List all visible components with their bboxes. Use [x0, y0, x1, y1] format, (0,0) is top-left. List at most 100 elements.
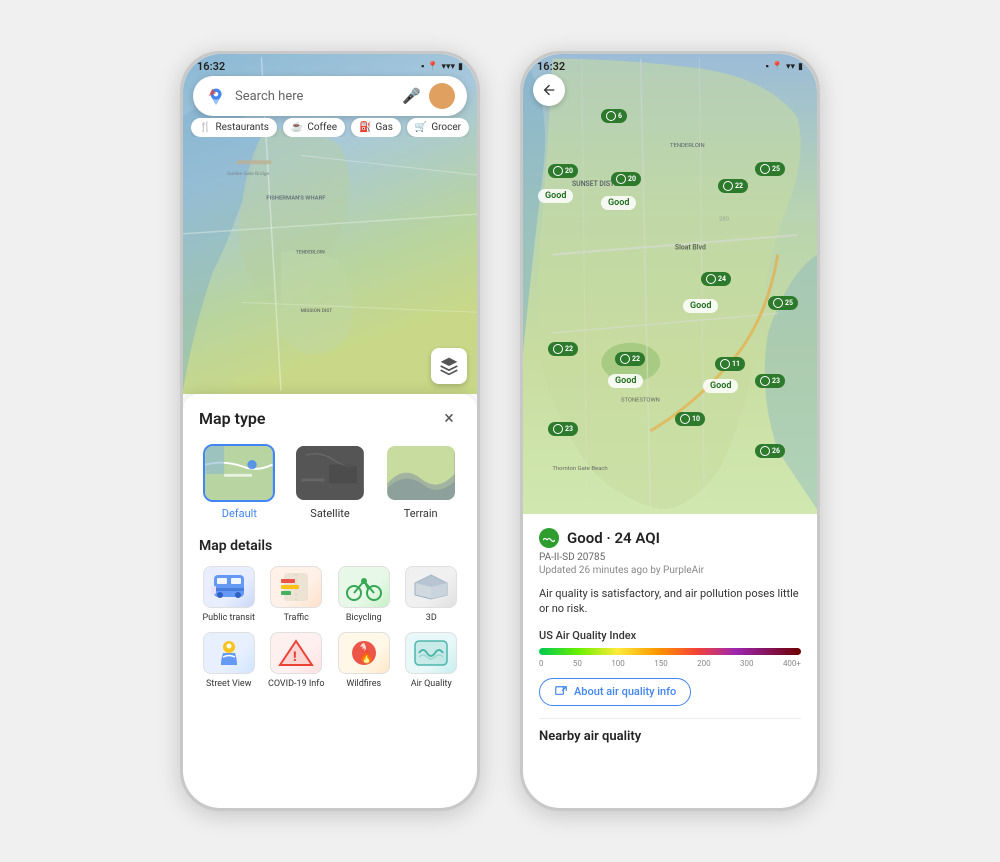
- gas-icon: ⛽: [359, 122, 371, 133]
- map-type-thumb-satellite: [294, 444, 366, 502]
- back-button[interactable]: [533, 74, 565, 106]
- restaurant-icon: 🍴: [199, 122, 211, 133]
- search-bar[interactable]: Search here 🎤: [193, 76, 467, 116]
- map-type-label-terrain: Terrain: [404, 507, 438, 520]
- wildfires-label: Wildfires: [346, 679, 381, 690]
- avatar[interactable]: [429, 83, 455, 109]
- sheet-title: Map type: [199, 409, 266, 428]
- aq-info-link[interactable]: About air quality info: [539, 678, 691, 706]
- layers-button[interactable]: [431, 348, 467, 384]
- detail-traffic[interactable]: Traffic: [267, 566, 327, 624]
- aq-header: Good · 24 AQI: [539, 528, 801, 548]
- detail-wildfires[interactable]: 🔥 Wildfires: [334, 632, 394, 690]
- svg-text:FISHERMAN'S WHARF: FISHERMAN'S WHARF: [266, 196, 326, 202]
- status-bar-2: 16:32 ▪ 📍 ▾▾ ▮: [523, 54, 817, 75]
- aqi-dot-3[interactable]: 20: [611, 172, 641, 186]
- map-area-2: SUNSET DISTRICT TENDERLOIN STONESTOWN Th…: [523, 54, 817, 514]
- close-button[interactable]: ×: [437, 406, 461, 430]
- chip-gas[interactable]: ⛽ Gas: [351, 118, 401, 137]
- 3d-icon-box: [405, 566, 457, 608]
- wildfire-icon-box: 🔥: [338, 632, 390, 674]
- airquality-label: Air Quality: [411, 679, 452, 690]
- aqi-dot-13[interactable]: 10: [675, 412, 705, 426]
- aqi-dot-9[interactable]: 22: [615, 352, 645, 366]
- coffee-icon: ☕: [291, 122, 303, 133]
- aqi-dot-12[interactable]: 23: [548, 422, 578, 436]
- aqi-dot-6[interactable]: 24: [701, 272, 731, 286]
- covid-label: COVID-19 Info: [268, 679, 325, 690]
- aqi-dot-8[interactable]: 22: [548, 342, 578, 356]
- status-icons-2: ▪ 📍 ▾▾ ▮: [766, 61, 803, 72]
- detail-3d[interactable]: 3D: [402, 566, 462, 624]
- biking-icon-box: [338, 566, 390, 608]
- status-icons-1: ▪ 📍 ▾▾▾ ▮: [421, 61, 463, 72]
- aq-station-id: PA-II-SD 20785: [539, 552, 801, 563]
- maps-logo-icon: [205, 85, 227, 107]
- aq-info-link-text: About air quality info: [574, 685, 676, 698]
- streetview-icon-box: [203, 632, 255, 674]
- external-link-icon: [554, 685, 568, 699]
- status-bar-1: 16:32 ▪ 📍 ▾▾▾ ▮: [183, 54, 477, 75]
- grocery-icon: 🛒: [415, 122, 427, 133]
- layers-icon: [439, 356, 459, 376]
- aqi-good-3: Good: [683, 299, 718, 313]
- wifi-icon: ▾▾▾: [441, 62, 455, 72]
- transit-label: Public transit: [203, 613, 255, 624]
- airquality-icon-box: [405, 632, 457, 674]
- aqi-good-2: Good: [601, 196, 636, 210]
- chips-row: 🍴 Restaurants ☕ Coffee ⛽ Gas 🛒 Grocer: [191, 118, 469, 137]
- bicycling-label: Bicycling: [346, 613, 382, 624]
- tick-300: 300: [740, 659, 754, 668]
- detail-street-view[interactable]: Street View: [199, 632, 259, 690]
- 3d-label: 3D: [426, 613, 437, 624]
- aqi-dot-1[interactable]: 6: [601, 109, 627, 123]
- status-time-2: 16:32: [537, 60, 565, 73]
- aqi-dot-11[interactable]: 23: [755, 374, 785, 388]
- back-arrow-icon: [541, 82, 557, 98]
- detail-public-transit[interactable]: Public transit: [199, 566, 259, 624]
- aqi-dot-4[interactable]: 22: [718, 179, 748, 193]
- map-type-terrain[interactable]: Terrain: [380, 444, 461, 520]
- map-types: Default S: [199, 444, 461, 520]
- details-section-title: Map details: [199, 538, 461, 554]
- mic-icon[interactable]: 🎤: [402, 87, 421, 105]
- aqi-dot-10[interactable]: 11: [715, 357, 745, 371]
- detail-air-quality[interactable]: Air Quality: [402, 632, 462, 690]
- aq-title: Good · 24 AQI: [567, 529, 660, 547]
- tick-400: 400+: [783, 659, 801, 668]
- status-time-1: 16:32: [197, 60, 225, 73]
- aq-bar-ticks: 0 50 100 150 200 300 400+: [539, 659, 801, 668]
- aq-updated: Updated 26 minutes ago by PurpleAir: [539, 565, 801, 576]
- aqi-good-4: Good: [608, 374, 643, 388]
- default-thumb-img: [205, 446, 273, 500]
- bottom-sheet: Map type ×: [183, 394, 477, 808]
- aq-nearby-section: Nearby air quality: [539, 718, 801, 744]
- transit-icon-box: [203, 566, 255, 608]
- aq-status-badge: [539, 528, 559, 548]
- tick-150: 150: [654, 659, 668, 668]
- aqi-dot-14[interactable]: 26: [755, 444, 785, 458]
- chip-restaurants[interactable]: 🍴 Restaurants: [191, 118, 277, 137]
- satellite-thumb-img: [296, 446, 364, 500]
- chip-grocery[interactable]: 🛒 Grocer: [407, 118, 469, 137]
- search-placeholder: Search here: [235, 89, 394, 104]
- aqi-dot-2[interactable]: 20: [548, 164, 578, 178]
- aqi-dot-5[interactable]: 25: [755, 162, 785, 176]
- map-type-satellite[interactable]: Satellite: [290, 444, 371, 520]
- detail-bicycling[interactable]: Bicycling: [334, 566, 394, 624]
- wifi-icon-2: ▾▾: [786, 62, 795, 72]
- aqi-dot-7[interactable]: 25: [768, 296, 798, 310]
- tick-100: 100: [611, 659, 625, 668]
- covid-icon-box: !: [270, 632, 322, 674]
- aqi-good-1: Good: [538, 189, 573, 203]
- map-type-label-satellite: Satellite: [310, 507, 349, 520]
- map-type-thumb-terrain: [385, 444, 457, 502]
- map-type-thumb-default: [203, 444, 275, 502]
- map-type-default[interactable]: Default: [199, 444, 280, 520]
- air-quality-panel: Good · 24 AQI PA-II-SD 20785 Updated 26 …: [523, 514, 817, 808]
- svg-text:MISSION DIST: MISSION DIST: [301, 308, 333, 314]
- sim-icon: ▪: [421, 61, 424, 72]
- detail-covid[interactable]: ! COVID-19 Info: [267, 632, 327, 690]
- chip-coffee[interactable]: ☕ Coffee: [283, 118, 345, 137]
- map-area-1: Tiburon FISHERMAN'S WHARF TENDERLOIN MIS…: [183, 54, 477, 394]
